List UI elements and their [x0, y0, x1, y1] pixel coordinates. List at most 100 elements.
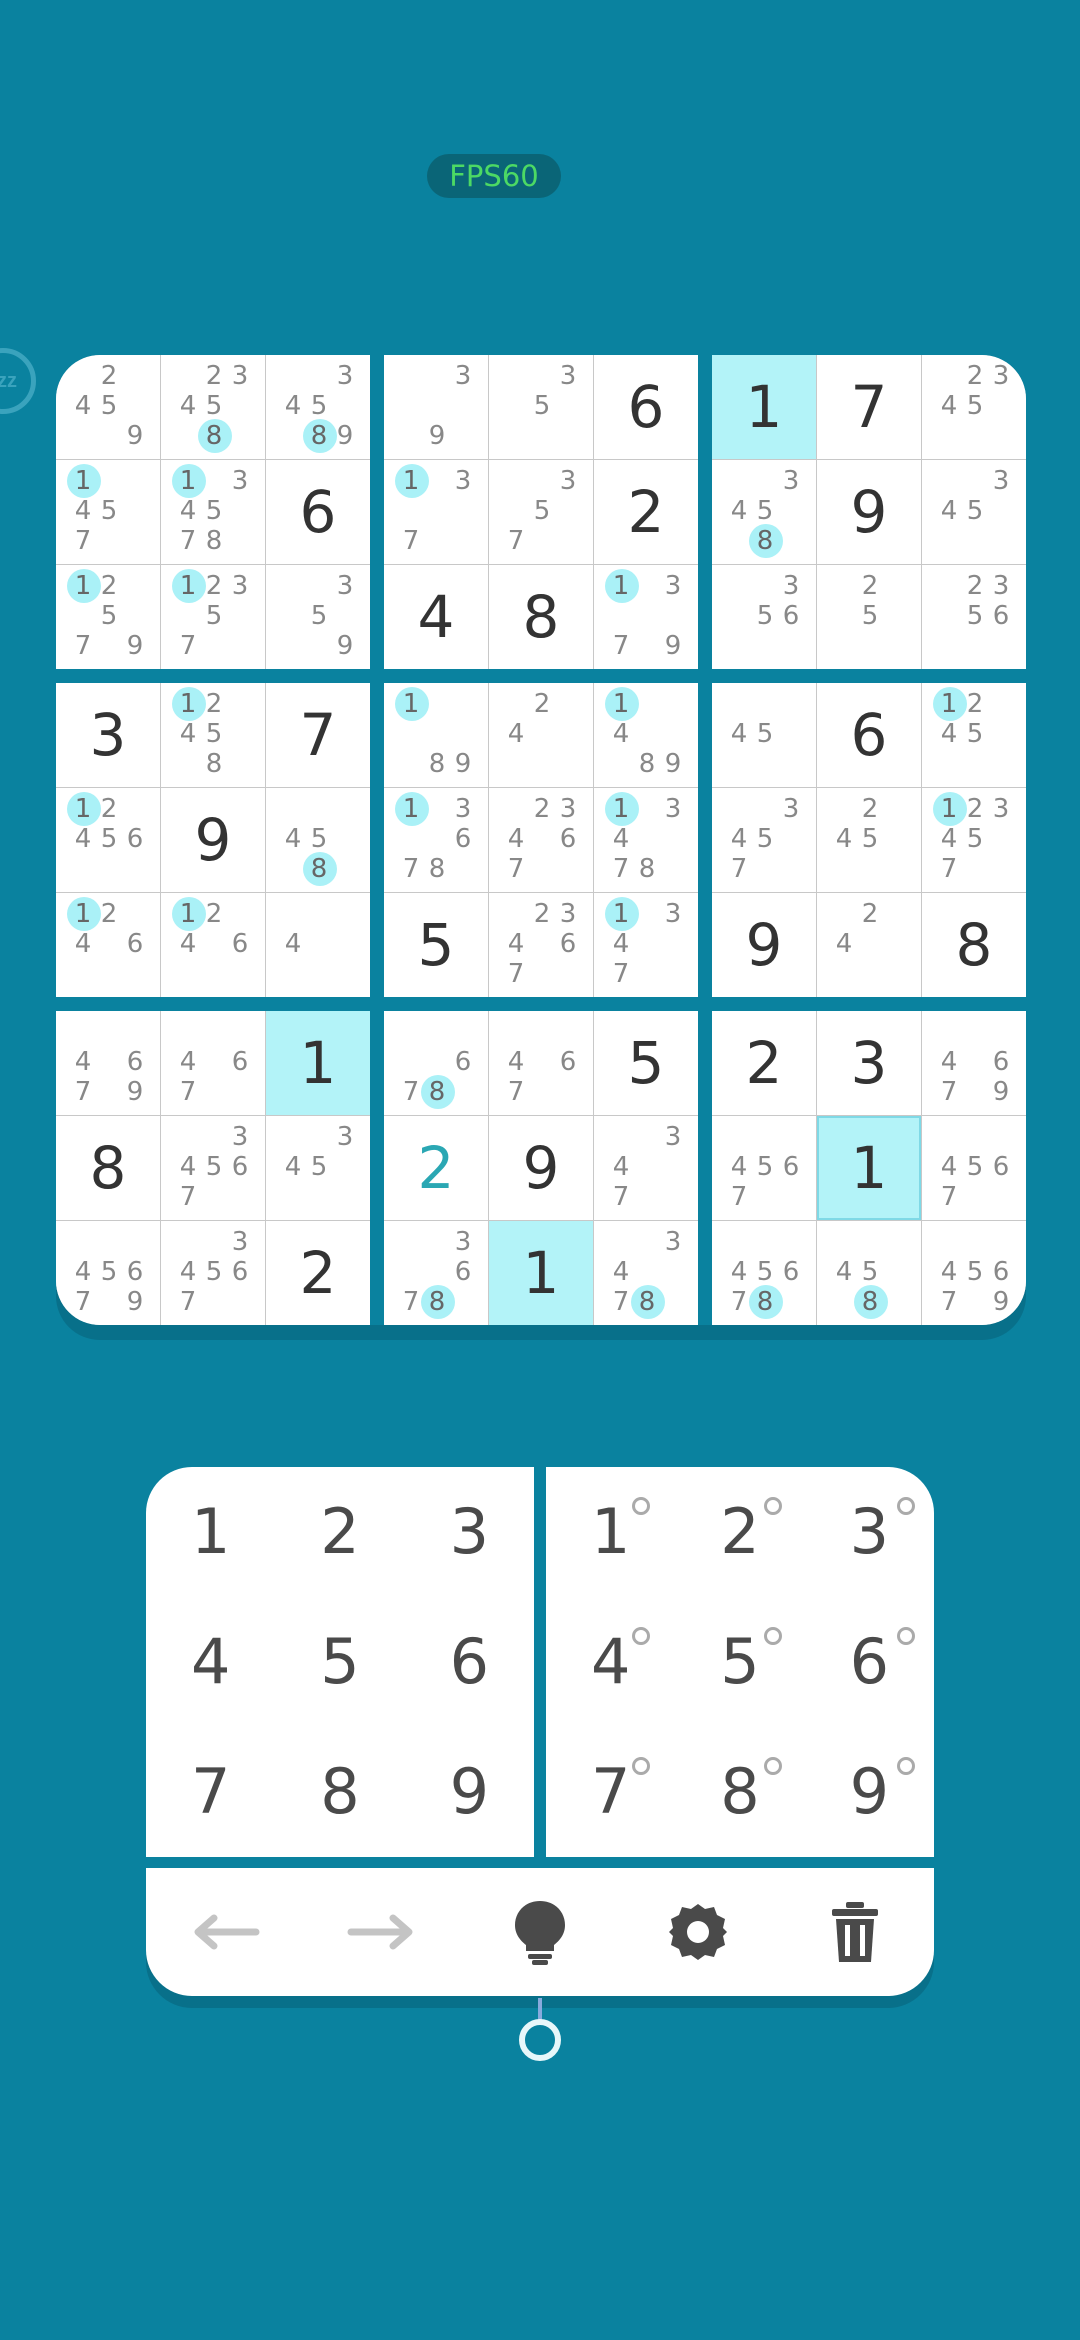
- sudoku-cell[interactable]: 4 6 7: [161, 1011, 265, 1115]
- redo-button[interactable]: [332, 1882, 432, 1982]
- sudoku-cell[interactable]: 1489: [594, 683, 698, 787]
- delete-button[interactable]: [805, 1882, 905, 1982]
- sudoku-cell[interactable]: 4 6 7: [489, 1011, 593, 1115]
- number-key-7[interactable]: 7: [146, 1727, 275, 1857]
- note-key-8[interactable]: 8: [675, 1727, 804, 1857]
- sudoku-cell[interactable]: 456 7 9: [922, 1221, 1026, 1325]
- sudoku-cell[interactable]: 23 4 6 7: [489, 893, 593, 997]
- sudoku-cell[interactable]: 1 89: [384, 683, 488, 787]
- sudoku-cell[interactable]: 6: [594, 355, 698, 459]
- sudoku-cell[interactable]: 9: [712, 893, 816, 997]
- sudoku-cell[interactable]: 3 457: [712, 788, 816, 892]
- sudoku-cell[interactable]: 6: [266, 460, 370, 564]
- note-key-5[interactable]: 5: [675, 1597, 804, 1727]
- sudoku-cell[interactable]: 3 45: [266, 1116, 370, 1220]
- sudoku-cell[interactable]: 678: [384, 1011, 488, 1115]
- sudoku-cell[interactable]: 456 7: [712, 1116, 816, 1220]
- sudoku-cell[interactable]: 7: [266, 683, 370, 787]
- sudoku-cell[interactable]: 12456: [56, 788, 160, 892]
- note-key-7[interactable]: 7: [546, 1727, 675, 1857]
- sudoku-cell[interactable]: 2: [712, 1011, 816, 1115]
- sudoku-cell[interactable]: 13 47: [594, 893, 698, 997]
- note-key-9[interactable]: 9: [805, 1727, 934, 1857]
- sudoku-cell[interactable]: 458: [817, 1221, 921, 1325]
- sudoku-cell[interactable]: 1: [266, 1011, 370, 1115]
- sleep-badge[interactable]: zz: [0, 348, 36, 414]
- sudoku-cell[interactable]: 3 456 7: [161, 1221, 265, 1325]
- sudoku-cell[interactable]: 3 458: [712, 460, 816, 564]
- sudoku-cell[interactable]: 357: [489, 460, 593, 564]
- sudoku-cell[interactable]: 1246: [161, 893, 265, 997]
- number-key-5[interactable]: 5: [275, 1597, 404, 1727]
- sudoku-cell[interactable]: 3678: [384, 1221, 488, 1325]
- sudoku-cell[interactable]: 456 7: [922, 1116, 1026, 1220]
- sudoku-cell[interactable]: 8: [922, 893, 1026, 997]
- sudoku-cell[interactable]: 24: [817, 893, 921, 997]
- sudoku-cell[interactable]: 123457: [922, 788, 1026, 892]
- sudoku-cell[interactable]: 6: [817, 683, 921, 787]
- sudoku-cell[interactable]: 35: [489, 355, 593, 459]
- note-key-3[interactable]: 3: [805, 1467, 934, 1597]
- note-key-4[interactable]: 4: [546, 1597, 675, 1727]
- sudoku-cell[interactable]: 8: [56, 1116, 160, 1220]
- sudoku-cell[interactable]: 23 4 6 7: [489, 788, 593, 892]
- sudoku-cell[interactable]: 3: [56, 683, 160, 787]
- sudoku-cell[interactable]: 23 45: [922, 355, 1026, 459]
- sudoku-cell[interactable]: 12458: [161, 683, 265, 787]
- sudoku-cell[interactable]: 359: [266, 565, 370, 669]
- sudoku-cell[interactable]: 4: [384, 565, 488, 669]
- sudoku-cell[interactable]: 39: [384, 355, 488, 459]
- sudoku-cell[interactable]: 3478: [594, 1221, 698, 1325]
- sudoku-cell[interactable]: 2: [594, 460, 698, 564]
- sudoku-cell[interactable]: 23 458: [161, 355, 265, 459]
- sudoku-cell[interactable]: 34589: [266, 355, 370, 459]
- hint-button[interactable]: [490, 1882, 590, 1982]
- sudoku-cell[interactable]: 2356: [922, 565, 1026, 669]
- number-key-1[interactable]: 1: [146, 1467, 275, 1597]
- number-key-3[interactable]: 3: [405, 1467, 534, 1597]
- note-key-2[interactable]: 2: [675, 1467, 804, 1597]
- sudoku-cell[interactable]: 13 7: [384, 460, 488, 564]
- sudoku-cell[interactable]: 4 6 7 9: [922, 1011, 1026, 1115]
- sudoku-cell[interactable]: 25: [817, 565, 921, 669]
- sudoku-cell[interactable]: 245: [817, 788, 921, 892]
- note-key-1[interactable]: 1: [546, 1467, 675, 1597]
- sudoku-cell[interactable]: 2: [384, 1116, 488, 1220]
- sudoku-cell[interactable]: 2459: [56, 355, 160, 459]
- sudoku-cell[interactable]: 9: [489, 1116, 593, 1220]
- sudoku-cell[interactable]: 356: [712, 565, 816, 669]
- undo-button[interactable]: [175, 1882, 275, 1982]
- number-key-6[interactable]: 6: [405, 1597, 534, 1727]
- number-key-8[interactable]: 8: [275, 1727, 404, 1857]
- sudoku-cell[interactable]: 1457: [56, 460, 160, 564]
- sudoku-cell[interactable]: 4: [266, 893, 370, 997]
- sudoku-cell[interactable]: 1: [489, 1221, 593, 1325]
- sudoku-cell[interactable]: 13 7 9: [594, 565, 698, 669]
- sudoku-cell[interactable]: 7: [817, 355, 921, 459]
- sudoku-cell[interactable]: 9: [161, 788, 265, 892]
- number-key-4[interactable]: 4: [146, 1597, 275, 1727]
- sudoku-cell[interactable]: 456 7 9: [56, 1221, 160, 1325]
- sudoku-cell[interactable]: 458: [266, 788, 370, 892]
- number-key-9[interactable]: 9: [405, 1727, 534, 1857]
- sudoku-cell[interactable]: 13 4578: [161, 460, 265, 564]
- sudoku-cell[interactable]: 1245: [922, 683, 1026, 787]
- sudoku-cell[interactable]: 3 456 7: [161, 1116, 265, 1220]
- sudoku-cell[interactable]: 3 45: [922, 460, 1026, 564]
- note-key-6[interactable]: 6: [805, 1597, 934, 1727]
- sudoku-cell[interactable]: 13 478: [594, 788, 698, 892]
- sudoku-cell[interactable]: 24: [489, 683, 593, 787]
- sudoku-cell[interactable]: 1: [817, 1116, 921, 1220]
- sudoku-cell[interactable]: 9: [817, 460, 921, 564]
- sudoku-cell[interactable]: 1: [712, 355, 816, 459]
- sudoku-cell[interactable]: 4 6 7 9: [56, 1011, 160, 1115]
- sudoku-cell[interactable]: 5: [594, 1011, 698, 1115]
- sudoku-cell[interactable]: 8: [489, 565, 593, 669]
- sudoku-cell[interactable]: 12357: [161, 565, 265, 669]
- sudoku-cell[interactable]: 2: [266, 1221, 370, 1325]
- sudoku-cell[interactable]: 45: [712, 683, 816, 787]
- sudoku-cell[interactable]: 3: [817, 1011, 921, 1115]
- sudoku-cell[interactable]: 5: [384, 893, 488, 997]
- settings-button[interactable]: [648, 1882, 748, 1982]
- sudoku-cell[interactable]: 136 78: [384, 788, 488, 892]
